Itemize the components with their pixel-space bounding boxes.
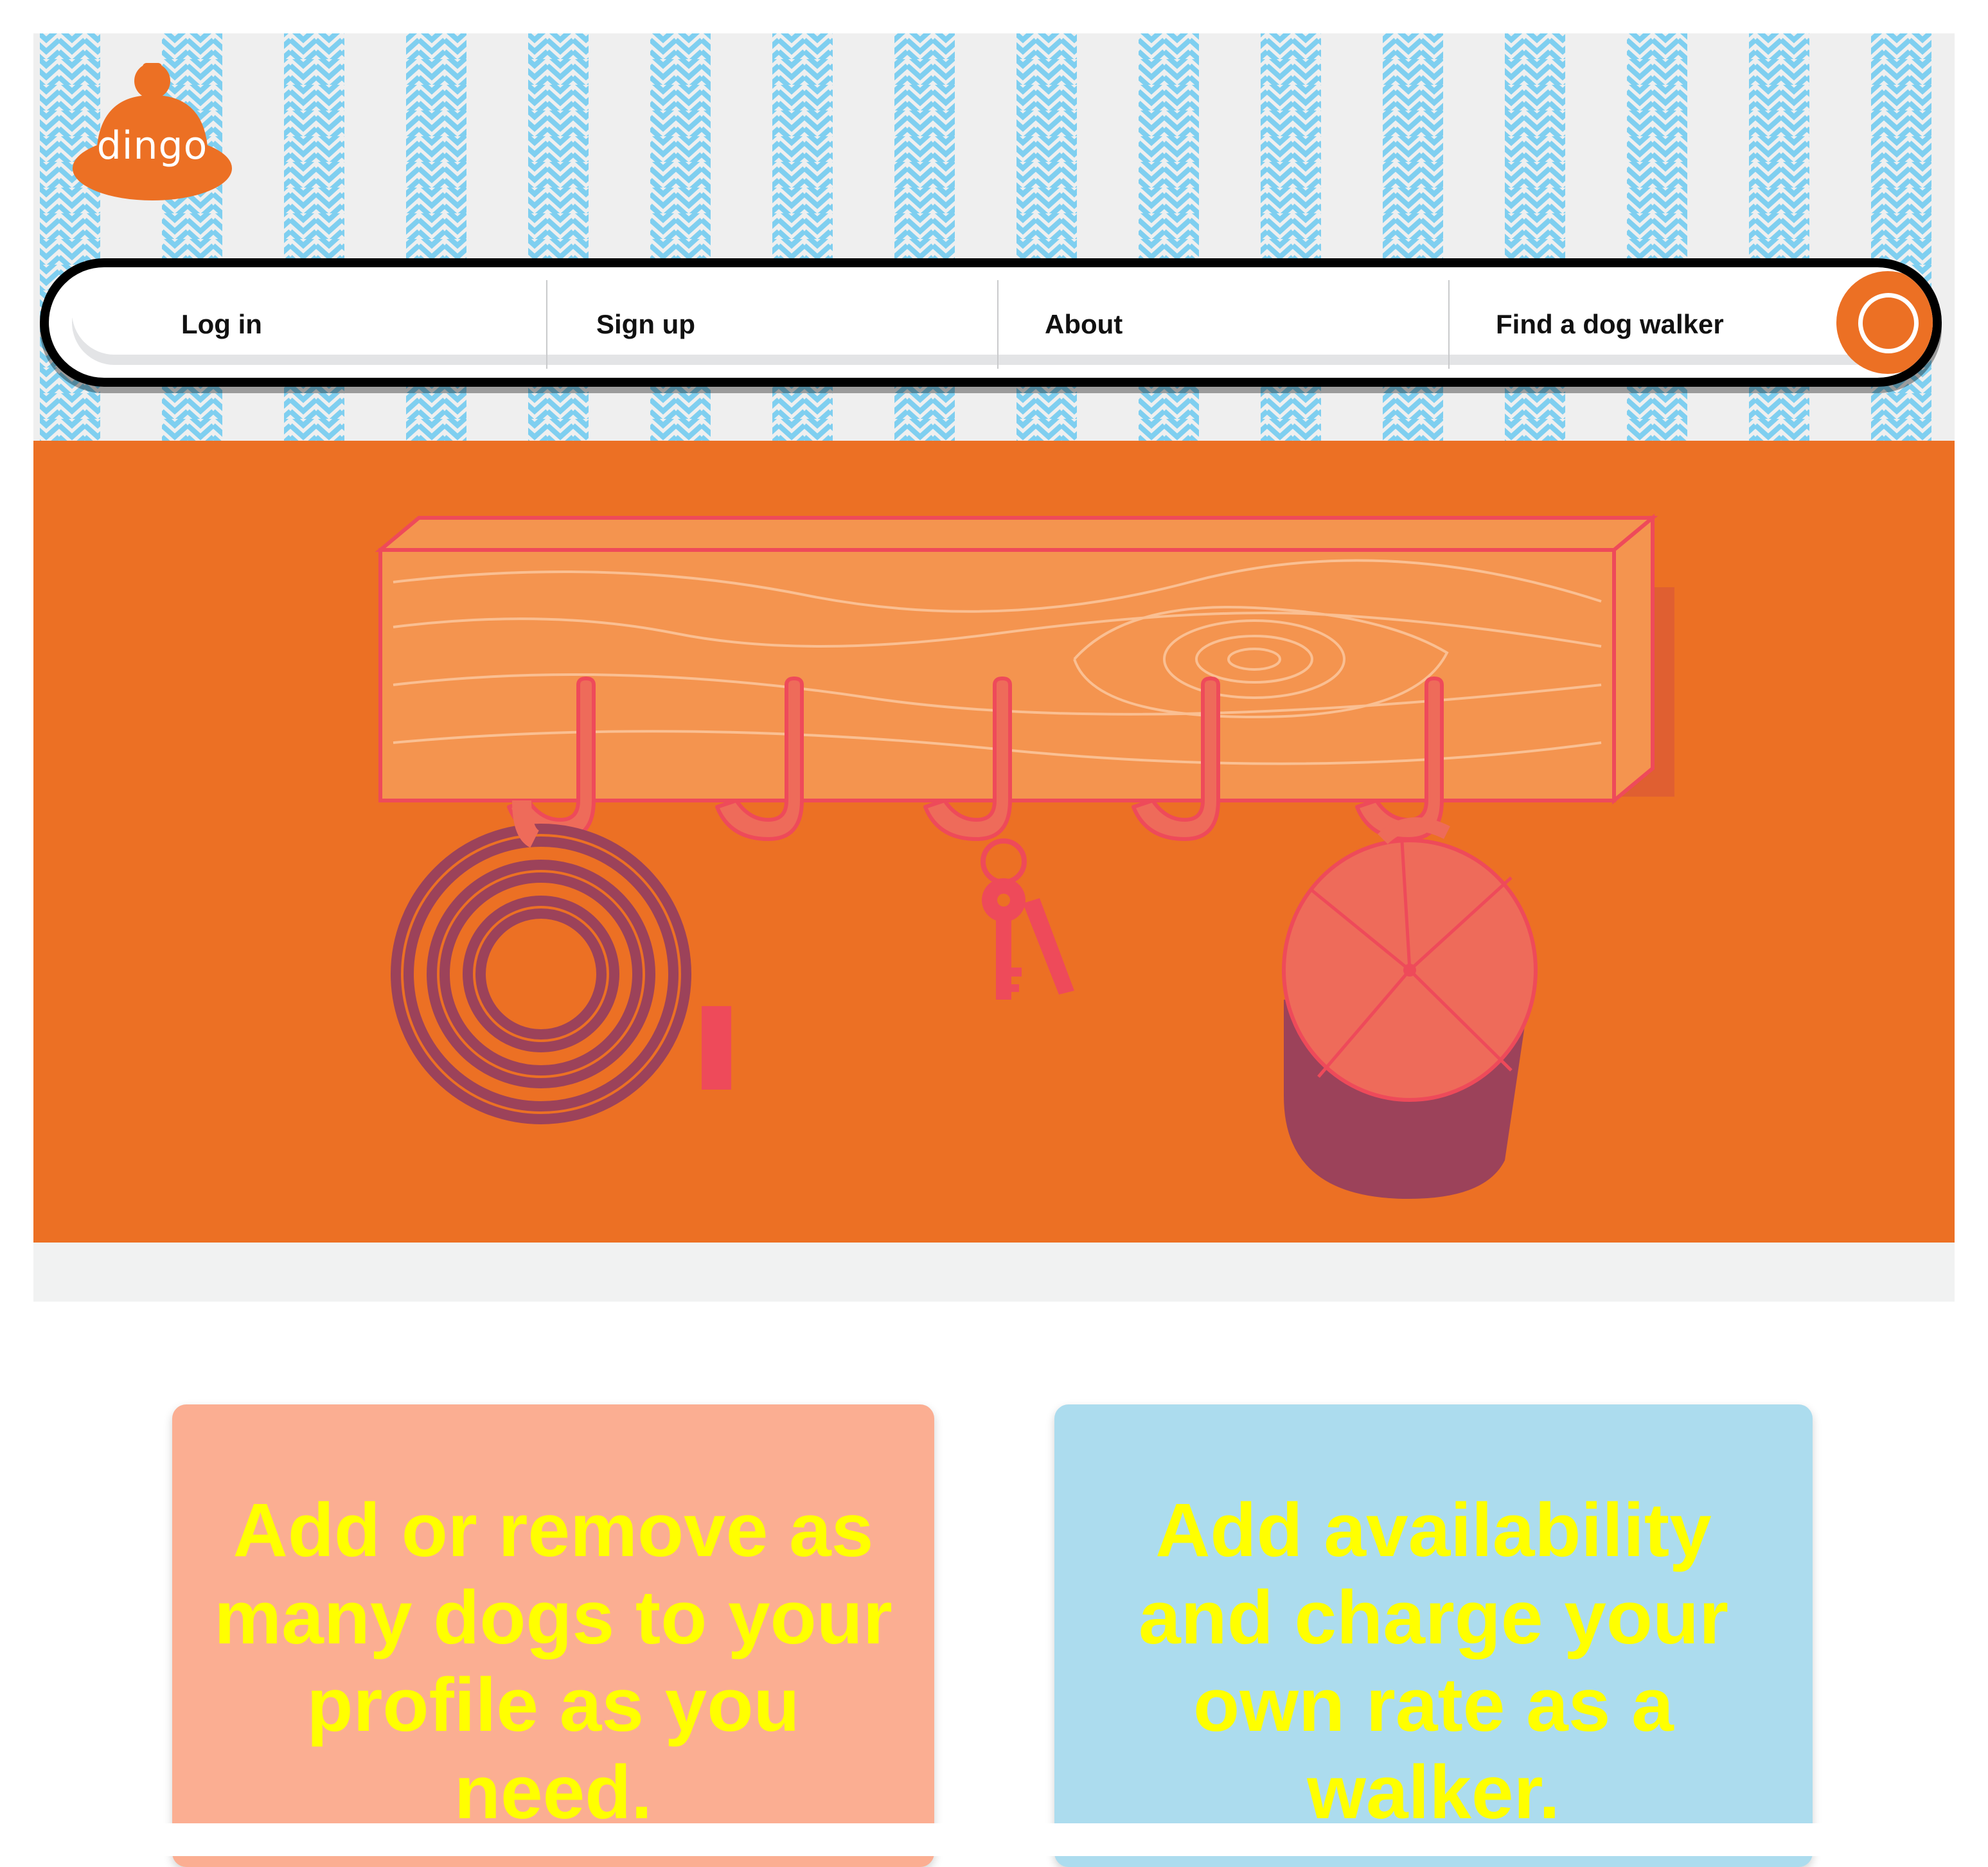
coat-rack-illustration — [375, 513, 1674, 1199]
feature-card-dogs: Add or remove as many dogs to your profi… — [172, 1404, 934, 1867]
baseball-cap — [1282, 817, 1538, 1199]
nav-login-link[interactable]: Log in — [181, 280, 262, 369]
nav-signup-link[interactable]: Sign up — [596, 280, 695, 369]
nav-find-walker-link[interactable]: Find a dog walker — [1496, 280, 1724, 369]
nav-divider — [546, 280, 547, 369]
viewport-bottom-edge — [0, 1823, 1988, 1856]
search-icon — [1858, 293, 1919, 353]
hero-banner — [33, 441, 1955, 1243]
rack-board-top — [375, 516, 1658, 552]
feature-card-text: Add availability and charge your own rat… — [1138, 1488, 1728, 1835]
search-button[interactable] — [1836, 271, 1933, 374]
feature-card-text: Add or remove as many dogs to your profi… — [214, 1488, 892, 1835]
nav-about-link[interactable]: About — [1045, 280, 1123, 369]
nav-divider — [1448, 280, 1450, 369]
dingo-logo[interactable]: dingo — [71, 46, 238, 213]
section-divider-band — [33, 1243, 1955, 1302]
logo-text: dingo — [96, 123, 208, 168]
leash — [391, 800, 731, 1124]
feature-card-availability: Add availability and charge your own rat… — [1054, 1404, 1813, 1867]
main-nav-bar: Log in Sign up About Find a dog walker — [40, 258, 1942, 387]
keys — [981, 838, 1074, 1000]
rack-board-side — [1612, 513, 1655, 805]
site-header: dingo Log in Sign up About Find a dog wa… — [33, 33, 1955, 441]
nav-divider — [997, 280, 998, 369]
